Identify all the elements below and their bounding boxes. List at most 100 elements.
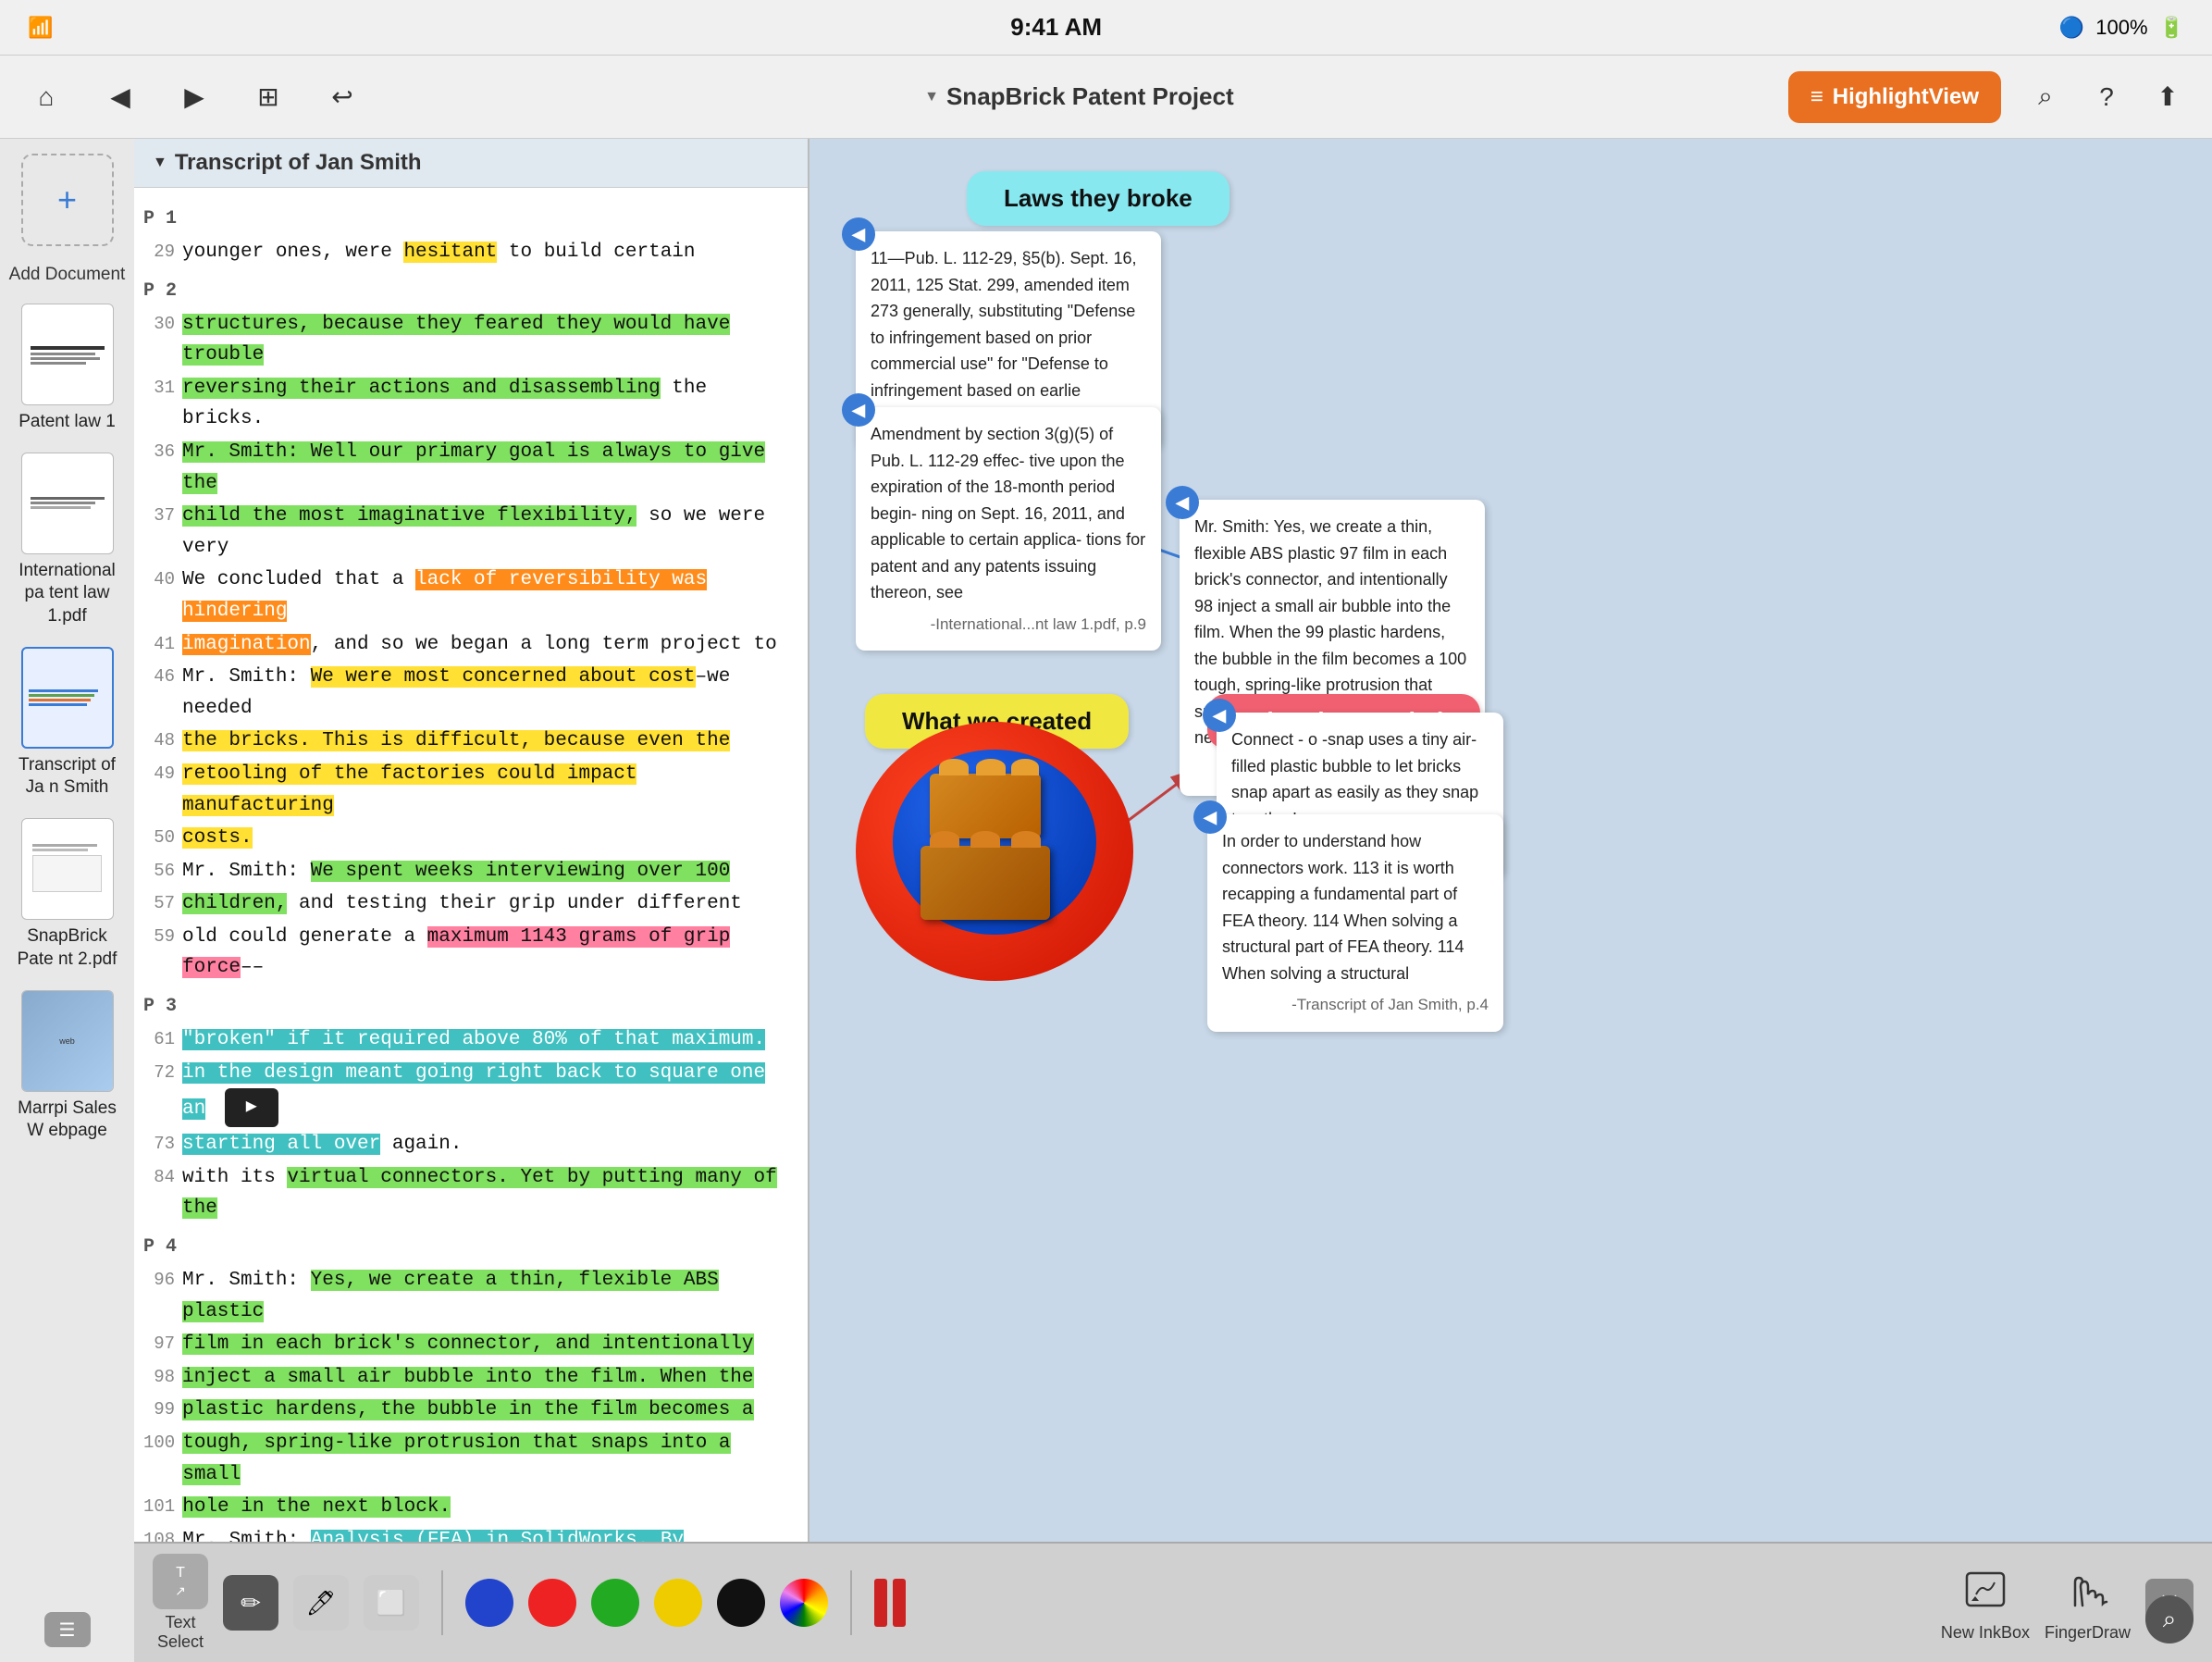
doc-thumb-patent-law (21, 304, 114, 405)
back-button[interactable]: ◀ (93, 69, 148, 125)
note-connector-1[interactable]: ◀ (842, 217, 875, 251)
sidebar: + Add Document Patent law 1 Internationa… (0, 139, 134, 1662)
note-connector-2[interactable]: ◀ (842, 393, 875, 427)
note-card-5[interactable]: ◀ In order to understand how connectors … (1207, 814, 1503, 1032)
table-row: 56 Mr. Smith: We spent weeks interviewin… (134, 855, 808, 888)
page-label-3: P 3 (143, 992, 798, 1022)
fingerdraw-button[interactable]: FingerDraw (2045, 1564, 2131, 1643)
color-green[interactable] (591, 1579, 639, 1627)
fingerdraw-label: FingerDraw (2045, 1623, 2131, 1643)
forward-button[interactable]: ▶ (167, 69, 222, 125)
sidebar-item-marrpi[interactable]: web Marrpi Sales W ebpage (13, 990, 122, 1143)
share-button[interactable]: ⬆ (2142, 71, 2193, 123)
table-row: 46 Mr. Smith: We were most concerned abo… (134, 661, 808, 725)
highlight-view-icon: ≡ (1810, 84, 1823, 110)
document-panel: ▼ Transcript of Jan Smith P 1 29 younger… (134, 139, 809, 1662)
table-row: 100 tough, spring-like protrusion that s… (134, 1427, 808, 1491)
add-tab-button[interactable]: ⊞ (241, 69, 296, 125)
battery-label: 100% (2095, 16, 2147, 40)
pen-tool[interactable]: ✏ (223, 1575, 278, 1631)
undo-button[interactable]: ↩ (315, 69, 370, 125)
note-connector-5[interactable]: ◀ (1193, 800, 1227, 834)
sidebar-toggle-button[interactable]: ☰ (44, 1612, 91, 1647)
toolbar-right-icons: ⌕ ? ⬆ (2020, 71, 2193, 123)
highlight-view-label: HighlightView (1833, 84, 1979, 110)
color-rainbow[interactable] (780, 1579, 828, 1627)
table-row: 36 Mr. Smith: Well our primary goal is a… (134, 436, 808, 500)
table-row: 40 We concluded that a lack of reversibi… (134, 564, 808, 627)
color-blue[interactable] (465, 1579, 513, 1627)
doc-dropdown-icon: ▼ (153, 155, 167, 171)
pause-button[interactable] (874, 1579, 906, 1627)
document-body[interactable]: P 1 29 younger ones, were hesitant to bu… (134, 188, 808, 1662)
text-select-label: TextSelect (157, 1613, 204, 1652)
highlight-view-button[interactable]: ≡ HighlightView (1788, 71, 2001, 123)
intl-patent-label: International pa tent law 1.pdf (13, 560, 122, 628)
new-inkbox-button[interactable]: New InkBox (1941, 1564, 2030, 1643)
add-document-label: Add Document (9, 265, 126, 285)
table-row: 30 structures, because they feared they … (134, 308, 808, 372)
table-row: 72 in the design meant going right back … (134, 1057, 808, 1129)
divider-2 (850, 1570, 852, 1635)
color-black[interactable] (717, 1579, 765, 1627)
sidebar-item-transcript[interactable]: Transcript of Ja n Smith (13, 647, 122, 800)
note-card-2[interactable]: ◀ Amendment by section 3(g)(5) of Pub. L… (856, 407, 1161, 651)
project-name: SnapBrick Patent Project (946, 82, 1234, 111)
sidebar-item-intl-patent[interactable]: International pa tent law 1.pdf (13, 453, 122, 628)
project-dropdown-icon: ▼ (924, 89, 939, 105)
note-text-5: In order to understand how connectors wo… (1222, 832, 1464, 983)
eraser-tool[interactable]: ⬜ (364, 1575, 419, 1631)
table-row: 41 imagination, and so we began a long t… (134, 628, 808, 662)
snapbrick-label: SnapBrick Pate nt 2.pdf (13, 925, 122, 971)
note-cite-5: -Transcript of Jan Smith, p.4 (1222, 993, 1489, 1017)
home-button[interactable]: ⌂ (19, 69, 74, 125)
bluetooth-icon: 🔵 (2059, 16, 2084, 40)
note-connector-3[interactable]: ◀ (1166, 486, 1199, 519)
table-row: 50 costs. (134, 822, 808, 855)
divider (441, 1570, 443, 1635)
table-row: 73 starting all over again. (134, 1128, 808, 1161)
table-row: 57 children, and testing their grip unde… (134, 887, 808, 921)
doc-thumb-transcript (21, 647, 114, 749)
main-content: ▼ Transcript of Jan Smith P 1 29 younger… (134, 139, 2212, 1662)
laws-broke-label: Laws they broke (1004, 184, 1193, 212)
add-icon: + (57, 180, 77, 219)
note-cite-2: -International...nt law 1.pdf, p.9 (871, 613, 1146, 637)
doc-thumb-intl (21, 453, 114, 554)
table-row: 59 old could generate a maximum 1143 gra… (134, 921, 808, 985)
brick-visual (856, 722, 1152, 981)
page-label-1: P 1 (143, 205, 798, 234)
table-row: 98 inject a small air bubble into the fi… (134, 1361, 808, 1395)
document-title: Transcript of Jan Smith (175, 150, 422, 176)
note-text-2: Amendment by section 3(g)(5) of Pub. L. … (871, 425, 1145, 602)
table-row: 29 younger ones, were hesitant to build … (134, 236, 808, 269)
table-row: 31 reversing their actions and disassemb… (134, 372, 808, 436)
text-select-tool[interactable]: T ↗ TextSelect (153, 1554, 208, 1652)
table-row: 48 the bricks. This is difficult, becaus… (134, 725, 808, 758)
note-text-1: 11—Pub. L. 112-29, §5(b). Sept. 16, 2011… (871, 249, 1137, 400)
video-play-button[interactable]: ▶ (225, 1088, 278, 1127)
table-row: 37 child the most imaginative flexibilit… (134, 500, 808, 564)
transcript-label: Transcript of Ja n Smith (13, 754, 122, 800)
doc-thumb-snapbrick (21, 818, 114, 920)
highlighter-tool[interactable]: 🖊 (293, 1575, 349, 1631)
color-yellow[interactable] (654, 1579, 702, 1627)
add-document-button[interactable]: + (21, 154, 114, 246)
laws-broke-node[interactable]: Laws they broke (967, 171, 1230, 226)
page-label-2: P 2 (143, 277, 798, 306)
patent-law-label: Patent law 1 (19, 411, 116, 434)
page-label-4: P 4 (143, 1233, 798, 1262)
status-bar: 📶 9:41 AM 🔵 100% 🔋 (0, 0, 2212, 56)
document-header: ▼ Transcript of Jan Smith (134, 139, 808, 188)
color-red[interactable] (528, 1579, 576, 1627)
help-button[interactable]: ? (2081, 71, 2132, 123)
status-left: 📶 (28, 16, 53, 40)
search-button[interactable]: ⌕ (2020, 71, 2071, 123)
marrpi-label: Marrpi Sales W ebpage (13, 1098, 122, 1143)
project-selector[interactable]: ▼ SnapBrick Patent Project (924, 82, 1234, 111)
note-connector-4[interactable]: ◀ (1203, 699, 1236, 732)
search-zoom-button[interactable]: ⌕ (2145, 1595, 2193, 1643)
table-row: 99 plastic hardens, the bubble in the fi… (134, 1394, 808, 1427)
sidebar-item-patent-law[interactable]: Patent law 1 (13, 304, 122, 434)
sidebar-item-snapbrick[interactable]: SnapBrick Pate nt 2.pdf (13, 818, 122, 971)
